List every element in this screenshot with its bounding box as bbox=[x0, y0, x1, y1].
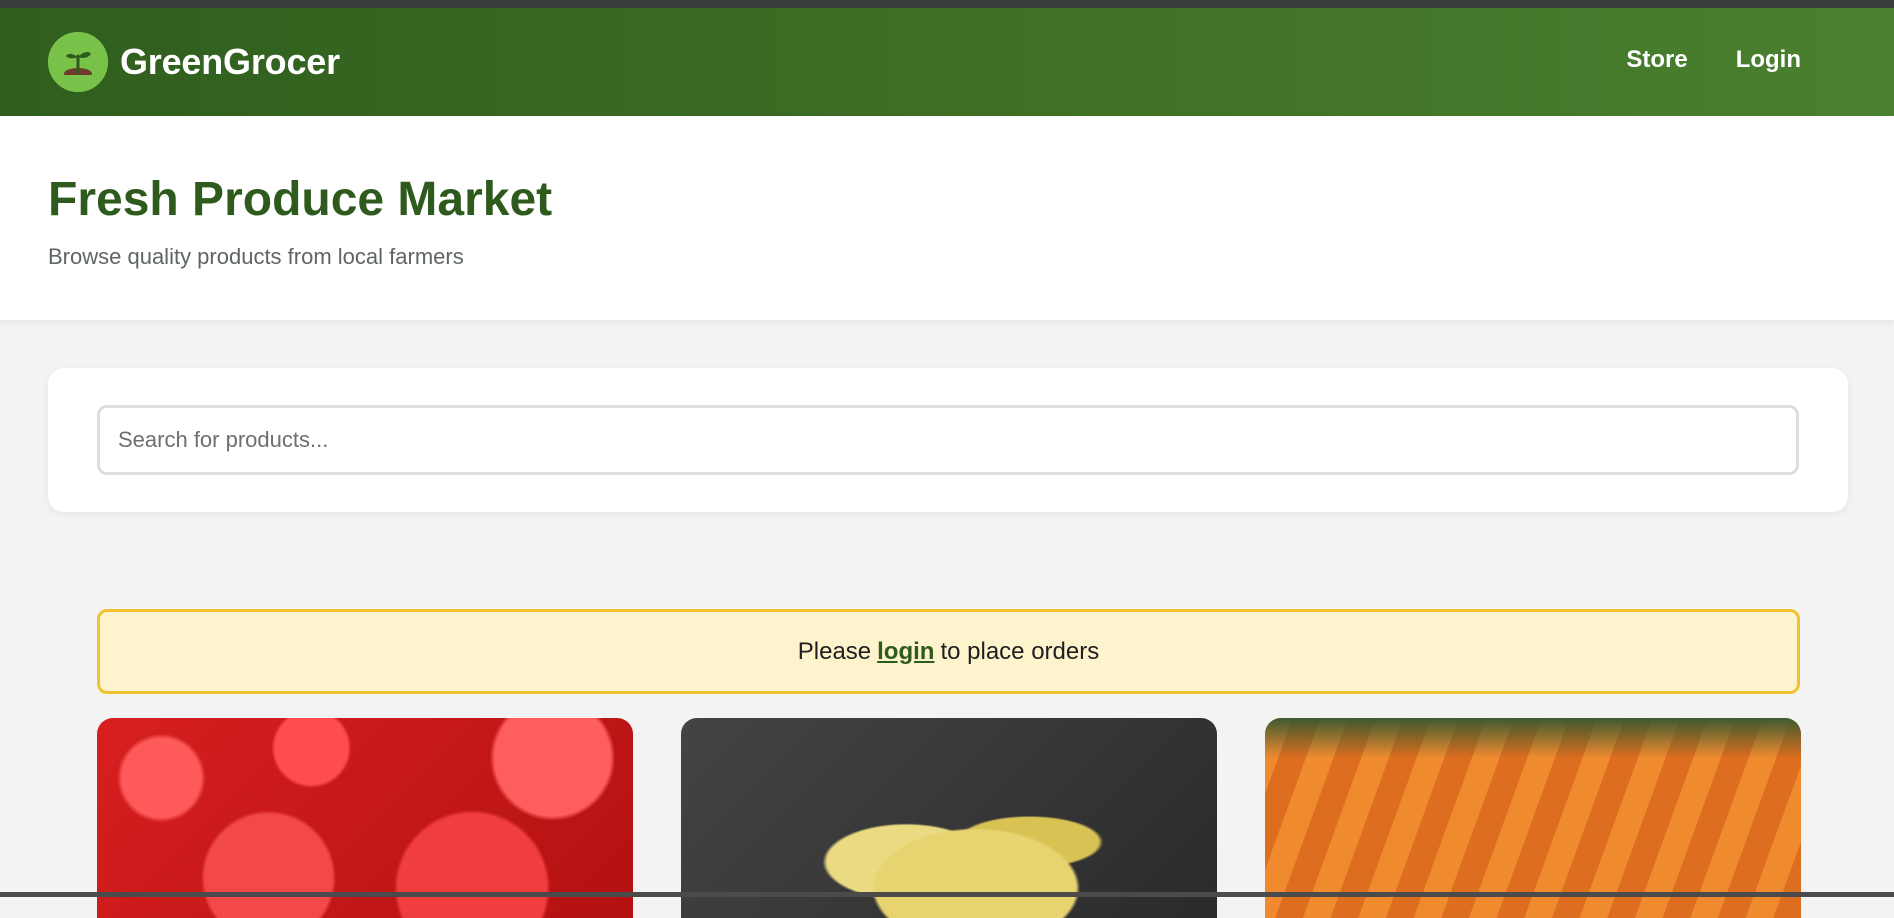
browser-top-strip bbox=[0, 0, 1894, 8]
product-image-apples bbox=[97, 718, 633, 918]
nav-store-link[interactable]: Store bbox=[1626, 46, 1687, 74]
product-image-carrots bbox=[1265, 718, 1801, 918]
search-input[interactable] bbox=[97, 405, 1799, 475]
product-card-apples[interactable] bbox=[97, 718, 633, 918]
brand-name: GreenGrocer bbox=[120, 41, 340, 82]
product-image-bananas bbox=[681, 718, 1217, 918]
bottom-edge bbox=[0, 892, 1894, 897]
navbar: GreenGrocer Store Login bbox=[0, 8, 1894, 116]
notice-prefix: Please bbox=[797, 637, 872, 665]
brand-link[interactable]: GreenGrocer bbox=[48, 32, 340, 92]
page-subtitle: Browse quality products from local farme… bbox=[48, 244, 464, 269]
seedling-icon bbox=[48, 32, 108, 92]
login-notice: Please login to place orders bbox=[97, 609, 1800, 694]
hero-section: Fresh Produce Market Browse quality prod… bbox=[0, 116, 1894, 320]
product-card-bananas[interactable] bbox=[681, 718, 1217, 918]
product-card-carrots[interactable] bbox=[1265, 718, 1801, 918]
search-card bbox=[48, 368, 1848, 512]
nav-login-link[interactable]: Login bbox=[1736, 46, 1801, 74]
page-title: Fresh Produce Market bbox=[48, 173, 553, 226]
main-nav: Store Login bbox=[1626, 46, 1801, 74]
notice-login-link[interactable]: login bbox=[877, 638, 934, 666]
notice-suffix: to place orders bbox=[940, 637, 1100, 665]
